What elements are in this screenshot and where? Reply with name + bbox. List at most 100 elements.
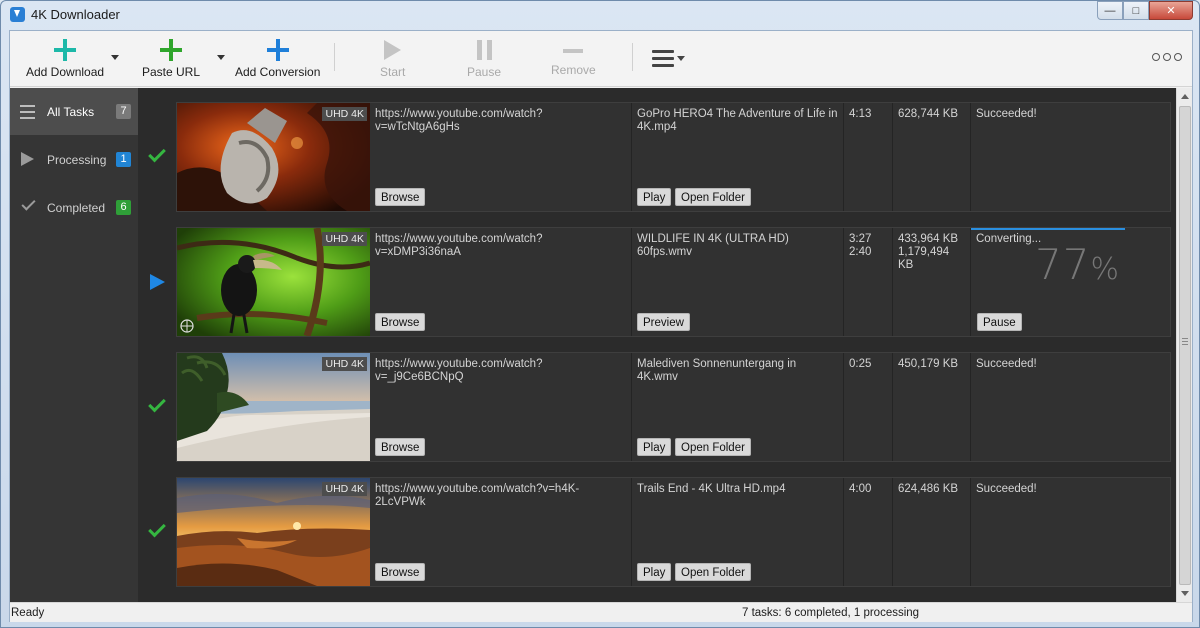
minimize-button[interactable]: —: [1097, 1, 1123, 20]
add-conversion-button[interactable]: Add Conversion: [235, 37, 320, 83]
plus-icon: [266, 39, 289, 61]
pause-icon: [476, 40, 492, 60]
minus-icon: [563, 49, 584, 53]
filename-column: GoPro HERO4 The Adventure of Life in 4K.…: [631, 103, 843, 211]
open-folder-button[interactable]: Open Folder: [675, 563, 751, 581]
task-filename: GoPro HERO4 The Adventure of Life in 4K.…: [637, 108, 838, 133]
start-button[interactable]: Start: [380, 37, 405, 83]
status-column: Converting... 77% Pause: [970, 228, 1170, 336]
uhd-badge: UHD 4K: [322, 357, 367, 371]
video-thumbnail[interactable]: UHD 4K: [177, 353, 370, 461]
list-icon: [20, 105, 36, 121]
task-size: 628,744 KB: [898, 108, 959, 120]
uhd-badge: UHD 4K: [322, 107, 367, 121]
task-row[interactable]: UHD 4K https://www.youtube.com/watch?v=x…: [138, 227, 1176, 337]
more-options-icon[interactable]: [1152, 53, 1182, 61]
play-button[interactable]: Play: [637, 563, 672, 581]
success-check-icon: [147, 394, 167, 417]
add-download-dropdown-icon[interactable]: [111, 55, 119, 60]
minimize-icon: —: [1104, 4, 1116, 17]
task-filename: Trails End - 4K Ultra HD.mp4: [637, 483, 786, 495]
task-card[interactable]: UHD 4K https://www.youtube.com/watch?v=x…: [176, 227, 1171, 337]
pause-button[interactable]: Pause: [467, 37, 501, 83]
menu-dropdown-icon[interactable]: [677, 56, 685, 61]
close-button[interactable]: ✕: [1149, 1, 1193, 20]
video-thumbnail[interactable]: UHD 4K: [177, 103, 370, 211]
add-conversion-label: Add Conversion: [235, 65, 321, 79]
task-size: 433,964 KB: [898, 233, 959, 245]
task-duration: 0:25: [849, 358, 872, 370]
size-column: 450,179 KB: [892, 353, 970, 461]
window-controls: — □ ✕: [1097, 1, 1193, 20]
uhd-badge: UHD 4K: [322, 482, 367, 496]
title-bar[interactable]: 4K Downloader — □ ✕: [1, 1, 1199, 29]
open-folder-button[interactable]: Open Folder: [675, 188, 751, 206]
url-column: https://www.youtube.com/watch?v=_j9Ce6BC…: [370, 353, 631, 461]
task-card[interactable]: UHD 4K https://www.youtube.com/watch?v=w…: [176, 102, 1171, 212]
plus-icon: [54, 39, 77, 61]
paste-url-dropdown-icon[interactable]: [217, 55, 225, 60]
duration-column: 3:27 2:40: [843, 228, 892, 336]
task-row[interactable]: UHD 4K https://www.youtube.com/watch?v=h…: [138, 477, 1176, 587]
task-row[interactable]: UHD 4K https://www.youtube.com/watch?v=_…: [138, 352, 1176, 462]
processing-play-icon: [147, 272, 167, 292]
maximize-icon: □: [1132, 4, 1140, 17]
menu-icon[interactable]: [652, 50, 674, 71]
task-duration: 4:13: [849, 108, 872, 120]
toolbar-separator: [334, 43, 335, 71]
browse-button[interactable]: Browse: [375, 188, 426, 206]
browse-button[interactable]: Browse: [375, 438, 426, 456]
uhd-badge: UHD 4K: [322, 232, 367, 246]
task-card[interactable]: UHD 4K https://www.youtube.com/watch?v=h…: [176, 477, 1171, 587]
client-area: Add Download Paste URL Add Conversion St…: [9, 30, 1193, 622]
check-icon: [20, 196, 36, 214]
add-download-button[interactable]: Add Download: [26, 37, 104, 83]
task-size: 624,486 KB: [898, 483, 959, 495]
task-summary: 7 tasks: 6 completed, 1 processing: [742, 607, 920, 619]
play-button[interactable]: Play: [637, 438, 672, 456]
video-thumbnail[interactable]: UHD 4K: [177, 478, 370, 586]
preview-button[interactable]: Preview: [637, 313, 690, 331]
browse-button[interactable]: Browse: [375, 563, 426, 581]
task-card[interactable]: UHD 4K https://www.youtube.com/watch?v=_…: [176, 352, 1171, 462]
scroll-down-icon[interactable]: [1181, 591, 1189, 596]
scrollbar-thumb[interactable]: [1179, 106, 1191, 585]
browse-button[interactable]: Browse: [375, 313, 426, 331]
count-badge: 7: [116, 104, 131, 119]
pause-label: Pause: [467, 65, 502, 79]
status-column: Succeeded!: [970, 353, 1170, 461]
task-url: https://www.youtube.com/watch?v=xDMP3i36…: [375, 233, 543, 258]
grip-icon: [1182, 338, 1188, 347]
play-button[interactable]: Play: [637, 188, 672, 206]
status-column: Succeeded!: [970, 103, 1170, 211]
filename-column: Trails End - 4K Ultra HD.mp4 Play Open F…: [631, 478, 843, 586]
window-title: 4K Downloader: [31, 7, 120, 22]
app-window: 4K Downloader — □ ✕ Add Download Paste U…: [0, 0, 1200, 628]
status-text: Ready: [11, 607, 45, 619]
duration-column: 0:25: [843, 353, 892, 461]
toolbar-separator: [632, 43, 633, 71]
task-status: Succeeded!: [976, 358, 1037, 370]
task-row[interactable]: UHD 4K https://www.youtube.com/watch?v=w…: [138, 102, 1176, 212]
sidebar-item-all-tasks[interactable]: All Tasks 7: [10, 88, 138, 135]
play-icon: [384, 40, 402, 60]
scroll-up-icon[interactable]: [1181, 94, 1189, 99]
video-thumbnail[interactable]: UHD 4K: [177, 228, 370, 336]
progress-percent-sign: %: [1090, 252, 1120, 287]
filename-column: Malediven Sonnenuntergang in 4K.wmv Play…: [631, 353, 843, 461]
sidebar-item-completed[interactable]: Completed 6: [10, 184, 138, 231]
open-folder-button[interactable]: Open Folder: [675, 438, 751, 456]
maximize-button[interactable]: □: [1123, 1, 1149, 20]
task-status: Converting...: [976, 233, 1042, 245]
status-column: Succeeded!: [970, 478, 1170, 586]
sidebar-item-processing[interactable]: Processing 1: [10, 136, 138, 183]
sidebar-item-label: Completed: [47, 201, 106, 215]
task-status: Succeeded!: [976, 108, 1037, 120]
pause-task-button[interactable]: Pause: [977, 313, 1022, 331]
paste-url-button[interactable]: Paste URL: [142, 37, 200, 83]
remove-label: Remove: [551, 63, 596, 77]
task-url: https://www.youtube.com/watch?v=_j9Ce6BC…: [375, 358, 543, 383]
vertical-scrollbar[interactable]: [1176, 88, 1192, 602]
remove-button[interactable]: Remove: [551, 37, 596, 83]
progress-percent: 77%: [1035, 244, 1120, 286]
